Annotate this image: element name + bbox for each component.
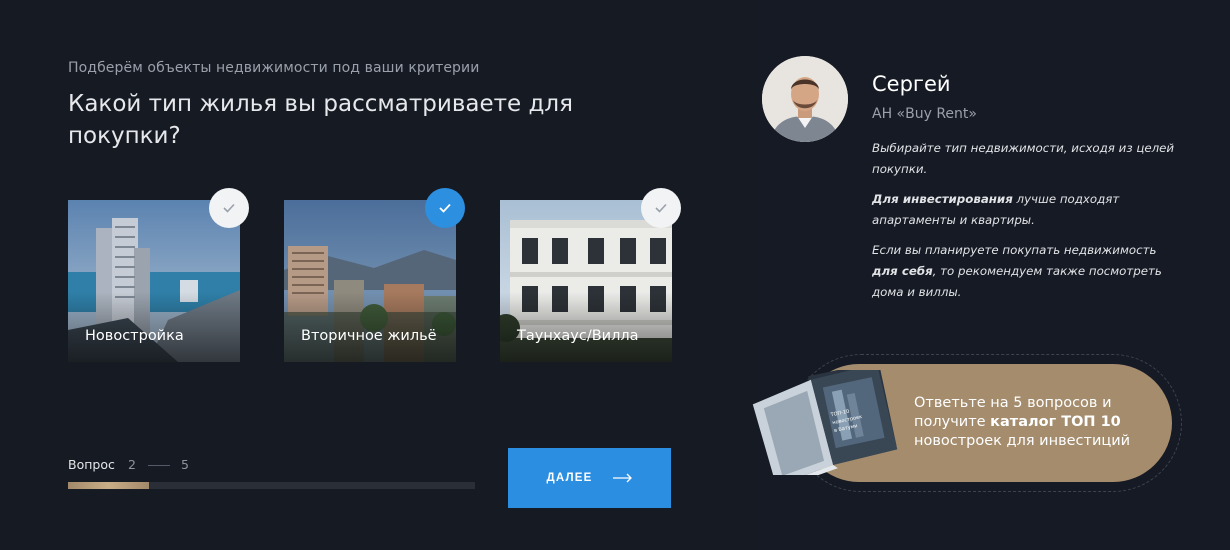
agent-photo [762,56,848,142]
advice-bold: Для инвестирования [872,192,1013,206]
option-card-secondary[interactable]: Вторичное жильё [284,200,456,362]
check-icon [223,203,235,213]
option-checkbox-3[interactable] [641,188,681,228]
option-label: Новостройка [85,328,184,344]
catalog-book-image: ТОП-10новостроекв Батуми [752,370,898,475]
card-shade [500,292,672,362]
option-card-townhouse[interactable]: Таунхаус/Вилла [500,200,672,362]
quiz-subtitle: Подберём объекты недвижимости под ваши к… [68,60,480,76]
promo-text-bold: каталог ТОП 10 [990,414,1121,430]
agent-name: Сергей [872,72,951,96]
check-icon [439,203,451,213]
option-label: Таунхаус/Вилла [517,328,639,344]
option-checkbox-2[interactable] [425,188,465,228]
advice-bold: для себя [872,264,933,278]
promo-text-end: новостроек для инвестиций [914,433,1131,449]
check-icon [655,203,667,213]
option-card-new-building[interactable]: Новостройка [68,200,240,362]
progress-current: 2 [128,457,136,472]
quiz-question: Какой тип жилья вы рассматриваете для по… [68,91,573,149]
advice-text: Если вы планируете покупать недвижимость [872,243,1157,257]
progress-bar [68,482,475,489]
next-button-label: ДАЛЕЕ [546,472,593,484]
option-label: Вторичное жильё [301,328,437,344]
avatar [762,56,848,142]
card-shade [68,292,240,362]
promo-text: Ответьте на 5 вопросов и получите катало… [914,394,1154,451]
progress-bar-fill [68,482,150,489]
progress-separator [148,465,170,466]
progress-total: 5 [181,457,189,472]
quiz-panel: Подберём объекты недвижимости под ваши к… [0,0,760,550]
option-checkbox-1[interactable] [209,188,249,228]
advice-paragraph-1: Выбирайте тип недвижимости, исходя из це… [872,141,1175,176]
agent-company: АН «Buy Rent» [872,106,977,122]
advice-paragraph-3: Если вы планируете покупать недвижимость… [872,240,1182,303]
advice-paragraph-2: Для инвестирования лучше подходят апарта… [872,189,1182,231]
progress-label: Вопрос [68,457,115,472]
next-button[interactable]: ДАЛЕЕ [508,448,671,508]
card-shade [284,292,456,362]
arrow-right-icon [612,473,632,483]
